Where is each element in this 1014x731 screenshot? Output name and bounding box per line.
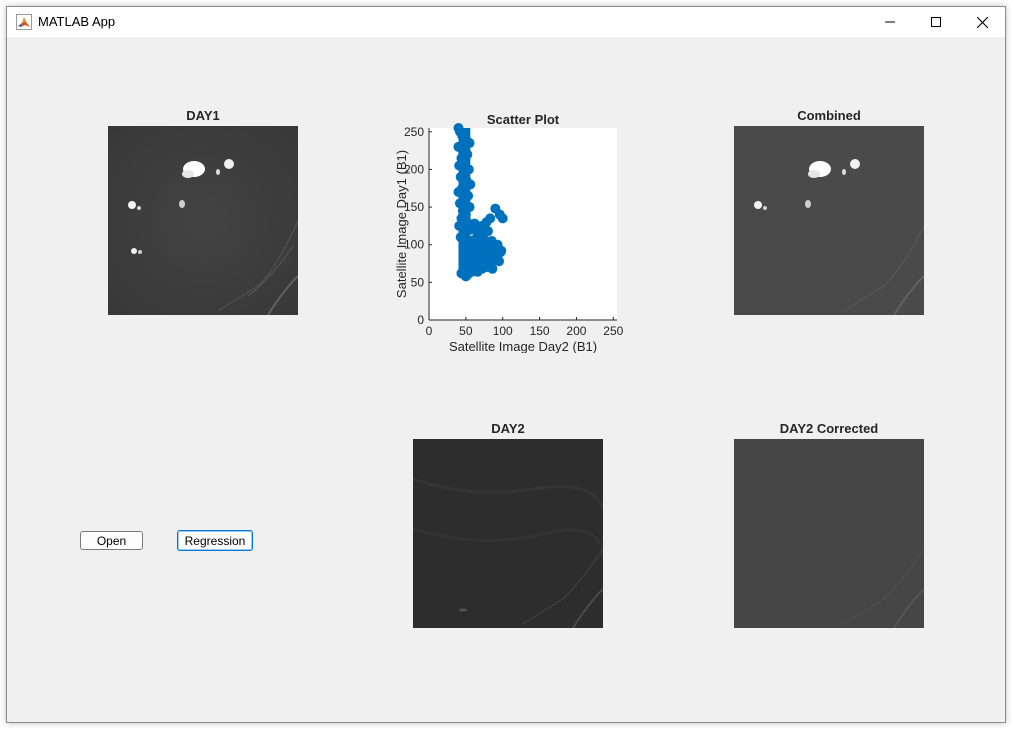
day1-title: DAY1 <box>186 108 220 123</box>
matlab-icon <box>16 14 32 30</box>
combined-title: Combined <box>797 108 861 123</box>
day2-title: DAY2 <box>491 421 525 436</box>
window-title: MATLAB App <box>38 14 116 29</box>
minimize-button[interactable] <box>867 7 913 37</box>
open-button[interactable]: Open <box>80 531 143 550</box>
x-tick-label: 0 <box>426 324 433 338</box>
title-bar[interactable]: MATLAB App <box>7 7 1005 37</box>
scatter-point <box>485 213 496 224</box>
y-axis-label: Satellite Image Day1 (B1) <box>394 150 409 298</box>
day2-image <box>413 439 603 628</box>
x-tick-label: 50 <box>459 324 473 338</box>
y-tick-label: 0 <box>417 313 424 327</box>
x-tick-label: 100 <box>493 324 513 338</box>
chart-title: Scatter Plot <box>487 112 560 127</box>
scatter-plot: 0 50 100 150 200 250050100150200250Scatter Pl… <box>394 112 624 353</box>
y-tick-label: 50 <box>411 275 425 289</box>
minimize-icon <box>885 21 895 23</box>
close-icon <box>976 16 988 28</box>
x-tick-label: 250 <box>603 324 623 338</box>
app-window: MATLAB App DAY1 0 50 100 150 200 250 0 5… <box>6 6 1006 723</box>
regression-button[interactable]: Regression <box>177 530 253 551</box>
combined-image <box>734 126 924 315</box>
y-tick-label: 250 <box>404 125 424 139</box>
scatter-point <box>469 218 480 229</box>
maximize-button[interactable] <box>913 7 959 37</box>
day1-image <box>108 126 298 315</box>
scatter-point <box>495 247 506 258</box>
x-tick-label: 150 <box>530 324 550 338</box>
day2-corrected-title: DAY2 Corrected <box>779 421 879 436</box>
maximize-icon <box>931 17 941 27</box>
x-tick-label: 200 <box>566 324 586 338</box>
scatter-point <box>497 213 508 224</box>
scatter-cluster <box>461 237 496 272</box>
close-button[interactable] <box>959 7 1005 37</box>
day2-corrected-image <box>734 439 924 628</box>
x-axis-label: Satellite Image Day2 (B1) <box>449 339 597 353</box>
